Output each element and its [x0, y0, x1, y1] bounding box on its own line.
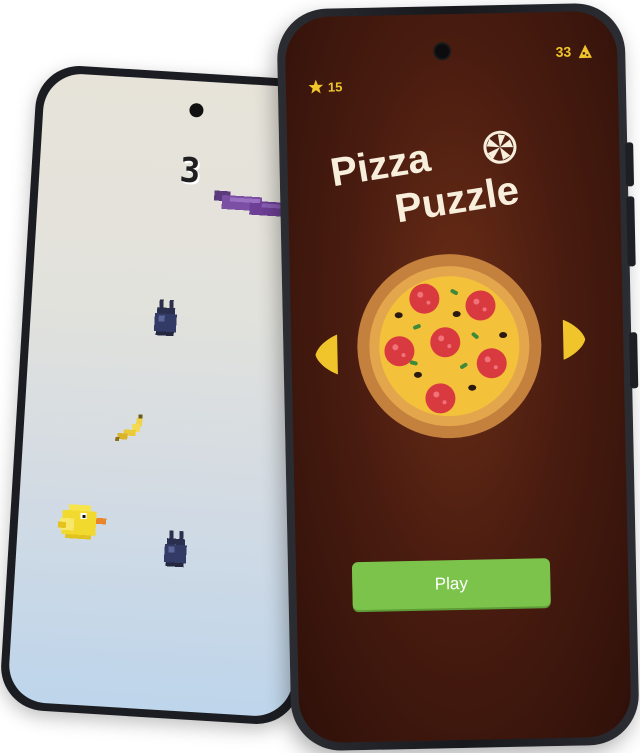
stars-counter: 15	[308, 78, 343, 95]
pizza-count: 33	[555, 43, 572, 60]
yellow-bird-player-icon[interactable]	[57, 500, 110, 547]
front-phone: 15 33 Pizza Puzzle Play	[276, 2, 640, 752]
volume-up-button[interactable]	[625, 142, 635, 187]
play-button[interactable]: Play	[351, 558, 551, 611]
beetle-enemy-icon	[153, 299, 177, 337]
pizza-preview-icon	[357, 254, 542, 439]
star-icon	[308, 79, 324, 94]
pizza-slice-icon	[578, 44, 593, 59]
game-title: Pizza Puzzle	[327, 114, 580, 251]
pizza-wheel-icon	[483, 130, 517, 164]
banana-pickup-icon	[115, 414, 143, 442]
stars-count: 15	[327, 78, 343, 95]
arrow-right-icon[interactable]	[561, 317, 588, 362]
front-camera	[189, 102, 204, 118]
power-button[interactable]	[629, 332, 639, 389]
beetle-enemy-icon	[163, 530, 187, 568]
game-score: 3	[178, 150, 203, 192]
arrow-left-icon[interactable]	[313, 332, 340, 377]
volume-down-button[interactable]	[626, 196, 636, 267]
pizza-counter: 33	[555, 43, 593, 60]
front-camera	[435, 44, 450, 59]
pizza-game-screen: 15 33 Pizza Puzzle Play	[284, 10, 632, 744]
